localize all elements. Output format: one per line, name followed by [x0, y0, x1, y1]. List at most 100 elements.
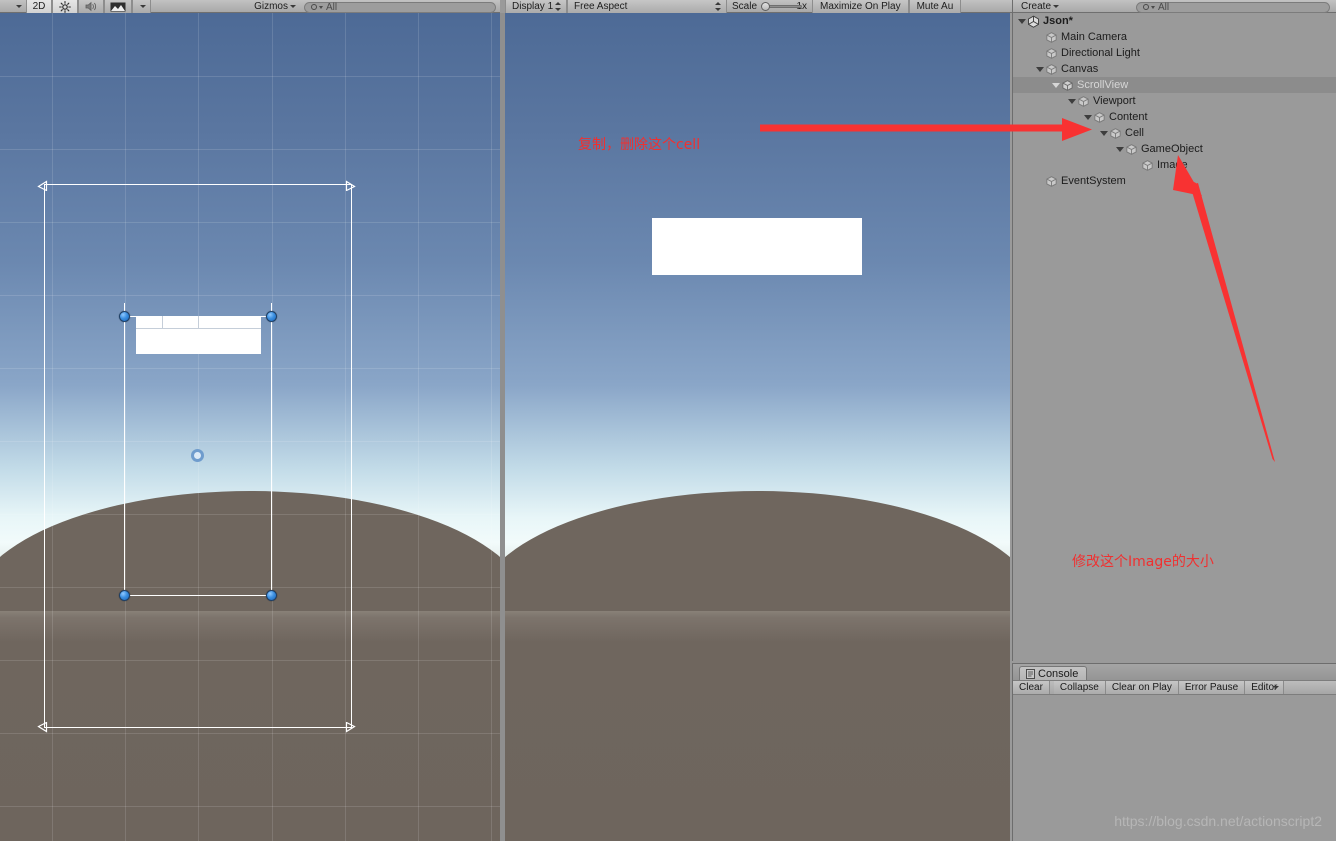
- chevron-down-icon[interactable]: [1067, 99, 1076, 104]
- anchor-line-left: [124, 303, 125, 596]
- hierarchy-item-label: Content: [1109, 111, 1148, 123]
- hierarchy-search-input[interactable]: All: [1136, 1, 1330, 13]
- create-label: Create: [1021, 1, 1052, 12]
- hierarchy-item-label: Canvas: [1061, 63, 1099, 75]
- annotation-resize-image: 修改这个Image的大小: [1072, 554, 1214, 570]
- gameobject-cube-icon: [1110, 127, 1121, 139]
- rect-corner-bottom-right[interactable]: [345, 722, 356, 733]
- chevron-down-icon: [319, 5, 323, 9]
- game-scale-slider[interactable]: [761, 1, 803, 12]
- console-button-bar: Clear Collapse Clear on Play Error Pause…: [1013, 680, 1336, 695]
- hierarchy-item-label: ScrollView: [1077, 79, 1129, 91]
- rect-corner-top-left[interactable]: [37, 180, 48, 191]
- hierarchy-toolbar-spacer: [1063, 0, 1131, 13]
- search-icon: [1143, 4, 1150, 10]
- console-collapse-toggle[interactable]: Collapse: [1053, 681, 1106, 694]
- console-clear-on-play-toggle[interactable]: Clear on Play: [1105, 681, 1179, 694]
- gameobject-cube-icon: [1062, 79, 1073, 91]
- sun-icon: [59, 0, 71, 13]
- console-editor-label: Editor: [1251, 682, 1278, 693]
- scene-view[interactable]: [0, 13, 500, 841]
- chevron-down-icon: [1151, 5, 1156, 9]
- hierarchy-item-label: Viewport: [1093, 95, 1136, 107]
- maximize-on-play-toggle[interactable]: Maximize On Play: [812, 0, 909, 13]
- rect-corner-bottom-left[interactable]: [37, 722, 48, 733]
- console-editor-dropdown[interactable]: Editor: [1245, 681, 1285, 694]
- unity-scene-icon: [1028, 15, 1039, 28]
- chevron-down-icon[interactable]: [1051, 83, 1060, 88]
- scene-gizmos-label: Gizmos: [254, 1, 288, 12]
- hierarchy-scene-row[interactable]: Json*: [1013, 13, 1336, 29]
- scene-draw-mode-dropdown[interactable]: [0, 0, 26, 13]
- hierarchy-item-cell[interactable]: Cell: [1013, 125, 1336, 141]
- scene-search-input[interactable]: All: [304, 1, 496, 13]
- create-button[interactable]: Create: [1013, 0, 1063, 13]
- hierarchy-item-main-camera[interactable]: Main Camera: [1013, 29, 1336, 45]
- console-clear-on-play-label: Clear on Play: [1111, 682, 1172, 693]
- scene-2d-label: 2D: [32, 1, 46, 12]
- game-aspect-dropdown[interactable]: Free Aspect: [567, 0, 727, 13]
- hierarchy-item-label: GameObject: [1141, 143, 1203, 155]
- gameobject-cube-icon: [1046, 175, 1057, 187]
- hierarchy-item-content[interactable]: Content: [1013, 109, 1336, 125]
- annotation-duplicate-delete-cell: 复制，删除这个cell: [578, 137, 701, 153]
- rect-handle-top-left[interactable]: [119, 311, 130, 322]
- chevron-down-icon[interactable]: [1035, 67, 1044, 72]
- console-clear-button[interactable]: Clear: [1013, 681, 1050, 694]
- hierarchy-item-scrollview[interactable]: ScrollView: [1013, 77, 1336, 93]
- scene-toolbar-spacer: [151, 0, 249, 13]
- gameobject-cube-icon: [1094, 111, 1105, 123]
- console-clear-label: Clear: [1019, 682, 1043, 693]
- tab-console[interactable]: Console: [1019, 666, 1088, 680]
- anchor-line-right: [271, 303, 272, 596]
- hierarchy-item-viewport[interactable]: Viewport: [1013, 93, 1336, 109]
- scene-2d-toggle[interactable]: 2D: [26, 0, 52, 13]
- hierarchy-item-label: Directional Light: [1061, 47, 1140, 59]
- pivot-handle[interactable]: [191, 449, 204, 462]
- hierarchy-tree: Main Camera Directional Light Canvas Scroll…: [1013, 29, 1336, 189]
- chevron-down-icon[interactable]: [1083, 115, 1092, 120]
- image-effects-icon: [110, 2, 126, 11]
- watermark: https://blog.csdn.net/actionscript2: [1114, 813, 1322, 829]
- gameobject-cube-icon: [1078, 95, 1089, 107]
- scene-search-wrap: All: [300, 0, 500, 13]
- anchor-line-bottom: [124, 595, 272, 596]
- search-icon: [311, 4, 317, 10]
- maximize-on-play-label: Maximize On Play: [820, 1, 901, 12]
- game-cell-rect: [652, 218, 862, 275]
- hierarchy-item-image[interactable]: Image: [1013, 157, 1336, 173]
- hierarchy-item-label: EventSystem: [1061, 175, 1126, 187]
- scene-search-value: All: [326, 1, 338, 13]
- mute-audio-label: Mute Au: [916, 1, 954, 12]
- hierarchy-item-gameobject[interactable]: GameObject: [1013, 141, 1336, 157]
- console-icon: [1026, 668, 1035, 679]
- speaker-icon: [85, 1, 96, 12]
- hierarchy-search-wrap: All: [1131, 0, 1336, 13]
- chevron-down-icon[interactable]: [1017, 19, 1026, 24]
- rect-handle-bottom-right[interactable]: [266, 590, 277, 601]
- gameobject-cube-icon: [1046, 63, 1057, 75]
- tab-console-label: Console: [1038, 667, 1079, 680]
- scene-audio-toggle[interactable]: [78, 0, 104, 13]
- hierarchy-item-eventsystem[interactable]: EventSystem: [1013, 173, 1336, 189]
- game-view-toolbar: Display 1 Free Aspect Scale 1x Maximize …: [505, 0, 1012, 13]
- rect-handle-bottom-left[interactable]: [119, 590, 130, 601]
- hierarchy-toolbar: Create All: [1012, 0, 1336, 13]
- game-scale-slider-group[interactable]: Scale 1x: [727, 0, 812, 13]
- game-scale-label: Scale: [732, 1, 758, 12]
- scene-lighting-toggle[interactable]: [52, 0, 78, 13]
- scene-effects-dropdown[interactable]: [132, 0, 151, 13]
- hierarchy-item-canvas[interactable]: Canvas: [1013, 61, 1336, 77]
- mute-audio-toggle[interactable]: Mute Au: [908, 0, 962, 13]
- rect-corner-top-right[interactable]: [345, 180, 356, 191]
- scene-gizmos-dropdown[interactable]: Gizmos: [249, 0, 300, 13]
- game-display-dropdown[interactable]: Display 1: [505, 0, 567, 13]
- chevron-down-icon[interactable]: [1115, 147, 1124, 152]
- console-error-pause-toggle[interactable]: Error Pause: [1178, 681, 1246, 694]
- chevron-down-icon[interactable]: [1099, 131, 1108, 136]
- scene-effects-toggle[interactable]: [104, 0, 132, 13]
- rect-handle-top-right[interactable]: [266, 311, 277, 322]
- hierarchy-item-directional-light[interactable]: Directional Light: [1013, 45, 1336, 61]
- hierarchy-search-value: All: [1158, 1, 1170, 13]
- game-aspect-label: Free Aspect: [574, 1, 628, 12]
